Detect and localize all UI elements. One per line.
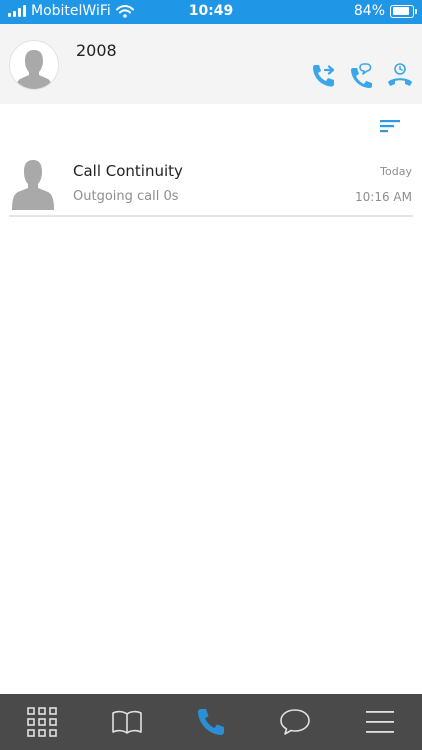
filter-sort-icon[interactable] — [380, 118, 402, 134]
user-name: 2008 — [76, 41, 117, 60]
call-history-icon[interactable] — [386, 62, 414, 90]
keypad-icon — [27, 707, 57, 737]
tab-menu[interactable] — [360, 702, 400, 742]
battery-percent: 84% — [353, 3, 385, 19]
user-avatar[interactable] — [9, 40, 59, 90]
contact-name: Call Continuity — [73, 162, 183, 180]
person-silhouette-icon — [16, 50, 52, 89]
call-time: 10:16 AM — [355, 190, 412, 204]
battery-icon — [390, 4, 417, 18]
call-date: Today — [380, 165, 412, 178]
phone-icon — [197, 709, 224, 735]
menu-icon — [365, 711, 394, 733]
contacts-book-icon — [111, 710, 142, 734]
battery-fill — [392, 7, 409, 15]
header-actions — [310, 62, 414, 90]
call-message-icon[interactable] — [348, 62, 376, 90]
tab-contacts[interactable] — [107, 702, 147, 742]
bottom-tab-bar — [0, 694, 422, 750]
contact-avatar-icon — [12, 160, 54, 210]
battery-nub — [415, 8, 417, 14]
call-log-row[interactable]: Call Continuity Outgoing call 0s Today 1… — [9, 152, 413, 217]
profile-header: 2008 — [0, 24, 422, 104]
call-detail: Outgoing call 0s — [73, 189, 179, 204]
tab-keypad[interactable] — [22, 702, 62, 742]
tab-chat[interactable] — [275, 702, 315, 742]
chat-bubble-icon — [280, 709, 311, 735]
status-bar: MobitelWiFi 10:49 84% — [0, 0, 422, 24]
call-forward-icon[interactable] — [310, 62, 338, 90]
tab-calls[interactable] — [191, 702, 231, 742]
status-right: 84% — [353, 3, 417, 19]
